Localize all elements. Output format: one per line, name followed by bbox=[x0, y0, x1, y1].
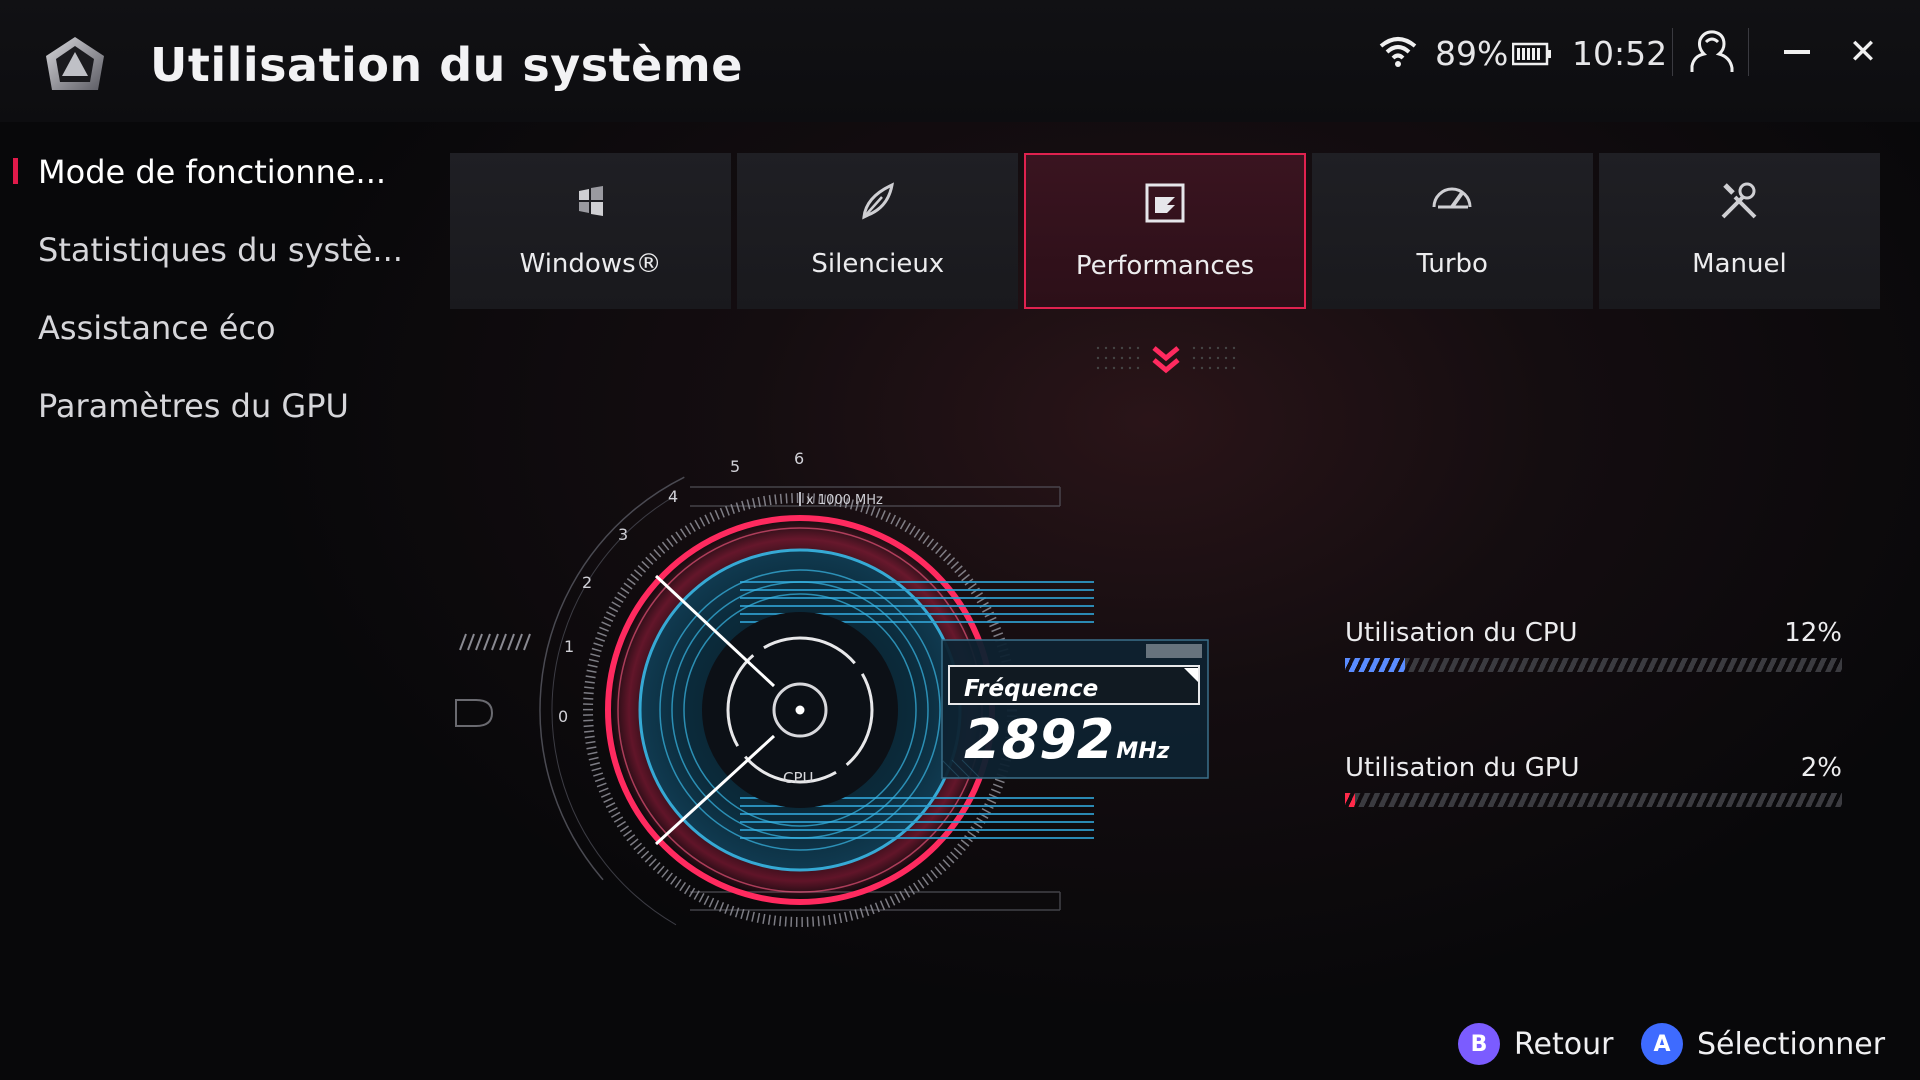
separator bbox=[1748, 28, 1749, 76]
mode-label: Manuel bbox=[1692, 249, 1787, 279]
gauge-tick-label: 5 bbox=[730, 457, 740, 476]
armoury-crate-logo-icon bbox=[46, 37, 104, 90]
gauge-tick-label: 4 bbox=[668, 487, 678, 506]
gauge-scale-label: x 1000 MHz bbox=[806, 493, 883, 508]
cpu-usage-value: 12% bbox=[1784, 618, 1842, 648]
select-button[interactable]: A Sélectionner bbox=[1641, 1022, 1885, 1066]
performance-icon bbox=[1145, 183, 1185, 223]
user-profile-icon[interactable] bbox=[1686, 28, 1736, 76]
gpu-usage-value: 2% bbox=[1800, 753, 1842, 783]
back-button[interactable]: B Retour bbox=[1458, 1022, 1613, 1066]
sidebar-item-eco-assistant[interactable]: Assistance éco bbox=[0, 296, 420, 374]
cpu-usage-bar bbox=[1345, 658, 1842, 672]
frequency-value: 2892 bbox=[964, 708, 1114, 771]
minimize-button[interactable] bbox=[1780, 30, 1814, 74]
back-button-label: Retour bbox=[1514, 1026, 1614, 1062]
mode-label: Silencieux bbox=[811, 249, 945, 279]
cpu-usage-label: Utilisation du CPU bbox=[1345, 618, 1578, 648]
sidebar-item-system-statistics[interactable]: Statistiques du systè... bbox=[0, 218, 420, 296]
wifi-icon bbox=[1379, 37, 1417, 67]
frequency-unit: MHz bbox=[1116, 739, 1169, 764]
mode-performance-button[interactable]: Performances bbox=[1024, 153, 1306, 309]
frequency-panel: Fréquence 2892MHz bbox=[941, 639, 1209, 779]
b-button-icon: B bbox=[1458, 1023, 1500, 1065]
close-button[interactable]: ✕ bbox=[1843, 30, 1883, 74]
gpu-usage-bar bbox=[1345, 793, 1842, 807]
gauge-center-label: CPU bbox=[783, 769, 814, 787]
clock: 10:52 bbox=[1572, 33, 1668, 73]
chevron-down-icon bbox=[1096, 346, 1236, 374]
battery-icon bbox=[1512, 42, 1551, 66]
mode-turbo-button[interactable]: Turbo bbox=[1311, 153, 1593, 309]
gauge-tick-label: 3 bbox=[618, 525, 628, 544]
cpu-usage-bar-fill bbox=[1345, 658, 1405, 672]
select-button-label: Sélectionner bbox=[1697, 1026, 1886, 1062]
frequency-title: Fréquence bbox=[964, 676, 1098, 702]
a-button-icon: A bbox=[1641, 1023, 1683, 1065]
operating-mode-selector: Windows® Silencieux Performances Turbo M… bbox=[450, 153, 1881, 309]
mode-silent-button[interactable]: Silencieux bbox=[737, 153, 1019, 309]
tools-icon bbox=[1721, 182, 1757, 219]
mode-label: Turbo bbox=[1416, 249, 1488, 279]
sidebar: Mode de fonctionne... Statistiques du sy… bbox=[0, 140, 420, 452]
mode-label: Windows® bbox=[519, 249, 662, 279]
gpu-usage-bar-fill bbox=[1345, 793, 1355, 807]
gauge-tick-label: 6 bbox=[794, 449, 804, 468]
battery-percentage: 89% bbox=[1435, 33, 1509, 73]
windows-icon bbox=[578, 186, 603, 216]
sidebar-item-gpu-settings[interactable]: Paramètres du GPU bbox=[0, 374, 420, 452]
sidebar-item-operating-mode[interactable]: Mode de fonctionne... bbox=[0, 140, 420, 218]
turbo-icon bbox=[1432, 187, 1472, 209]
page-title: Utilisation du système bbox=[150, 38, 743, 92]
separator bbox=[1672, 28, 1673, 76]
gauge-tick-label: 0 bbox=[558, 707, 568, 726]
mode-label: Performances bbox=[1075, 251, 1255, 281]
gauge-tick-label: 1 bbox=[564, 637, 574, 656]
gauge-tick-label: 2 bbox=[582, 573, 592, 592]
leaf-icon bbox=[862, 182, 894, 220]
minimize-icon bbox=[1784, 50, 1810, 54]
cpu-frequency-gauge: 0 1 2 3 4 5 6 x 1000 MHz CPU Fréquence 2… bbox=[455, 449, 1209, 971]
title-bar: Utilisation du système 89% 10:52 ✕ bbox=[0, 0, 1920, 122]
mode-windows-button[interactable]: Windows® bbox=[450, 153, 732, 309]
gpu-usage-label: Utilisation du GPU bbox=[1345, 753, 1580, 783]
mode-manual-button[interactable]: Manuel bbox=[1598, 153, 1881, 309]
